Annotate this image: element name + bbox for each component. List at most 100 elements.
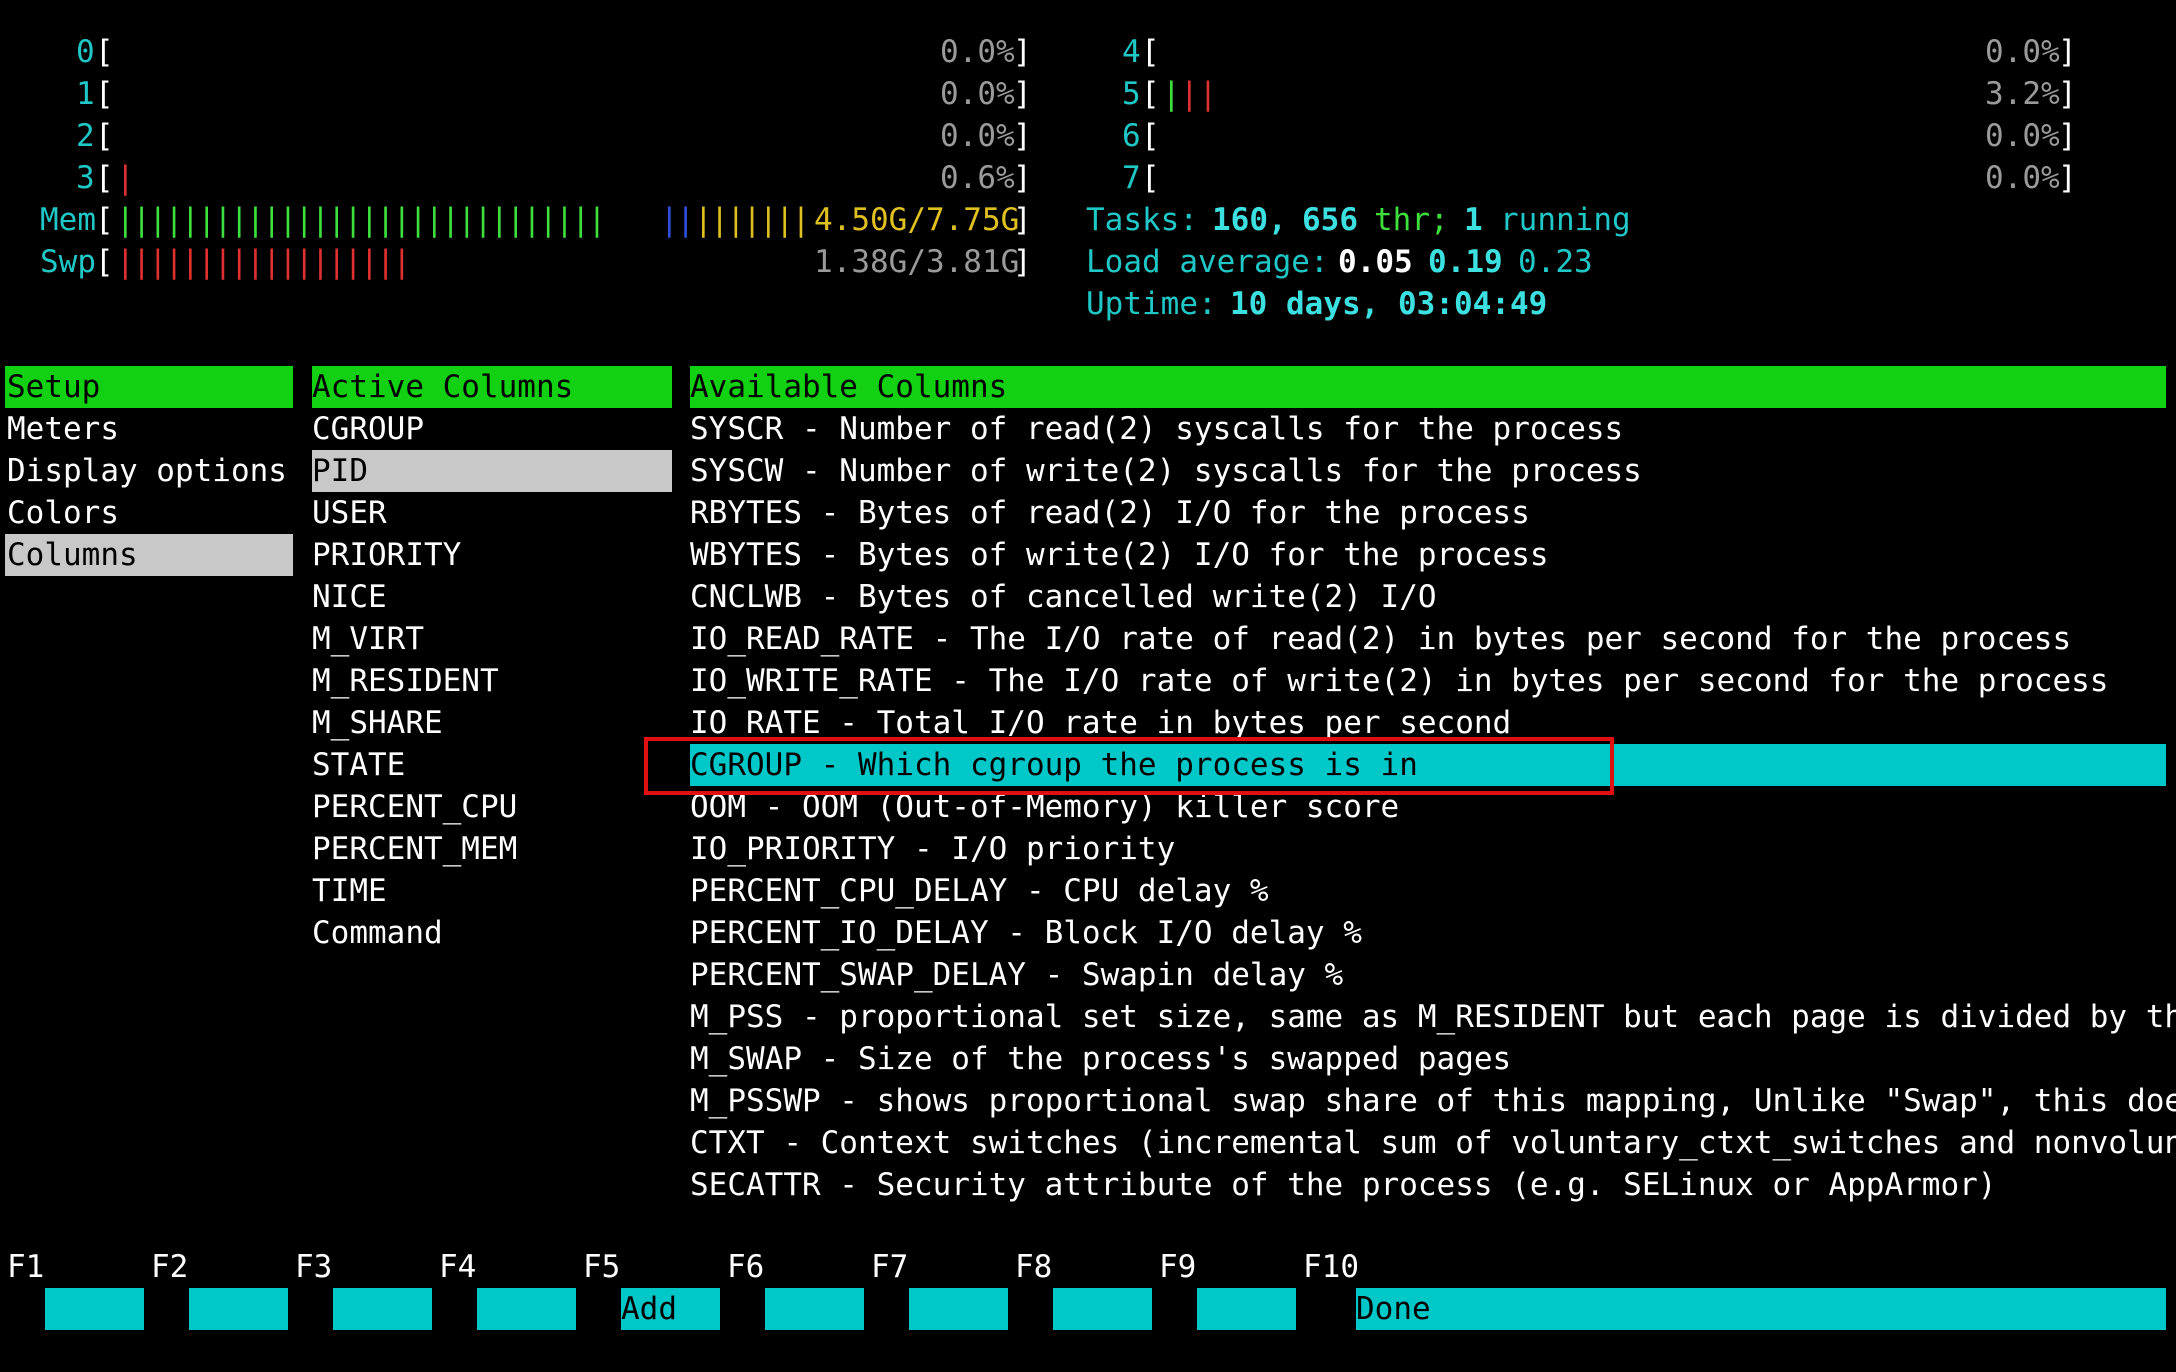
active-column-item[interactable]: M_RESIDENT (312, 660, 499, 702)
cpu-4-value: 0.0% (1985, 34, 2060, 70)
available-column-item[interactable]: WBYTES - Bytes of write(2) I/O for the p… (690, 534, 1549, 576)
cpu-7-value: 0.0% (1985, 160, 2060, 196)
available-columns-header-label: Available Columns (690, 369, 1008, 405)
available-column-item[interactable]: RBYTES - Bytes of read(2) I/O for the pr… (690, 492, 1530, 534)
available-column-item[interactable]: M_PSSWP - shows proportional swap share … (690, 1080, 2176, 1122)
available-column-item[interactable]: SYSCW - Number of write(2) syscalls for … (690, 450, 1642, 492)
running-label: running (1500, 202, 1631, 238)
f2-key[interactable]: F2 (144, 1204, 288, 1330)
cpu-1-value: 0.0% (940, 76, 1015, 112)
bracket-open: [ (1141, 160, 1160, 196)
bracket-close: ] (1013, 118, 1032, 154)
bracket-close: ] (2058, 34, 2077, 70)
bracket-close: ] (1013, 160, 1032, 196)
f6-key-label (765, 1288, 864, 1330)
f9-key-number: F9 (1159, 1246, 1197, 1288)
uptime-label: Uptime: (1086, 286, 1217, 322)
available-column-item[interactable]: IO_READ_RATE - The I/O rate of read(2) i… (690, 618, 2071, 660)
setup-item-display-options[interactable]: Display options (7, 450, 287, 492)
load-label: Load average: (1086, 244, 1329, 280)
active-column-item-selected[interactable]: PID (312, 450, 672, 492)
bracket-open: [ (1141, 34, 1160, 70)
f1-key-label (45, 1288, 144, 1330)
f5-key-label: Add (621, 1288, 720, 1330)
available-column-item[interactable]: CNCLWB - Bytes of cancelled write(2) I/O (690, 576, 1437, 618)
f1-key[interactable]: F1 (0, 1204, 144, 1330)
active-column-item[interactable]: PERCENT_CPU (312, 786, 517, 828)
bracket-open: [ (95, 118, 114, 154)
active-column-item[interactable]: USER (312, 492, 387, 534)
available-column-item[interactable]: PERCENT_SWAP_DELAY - Swapin delay % (690, 954, 1343, 996)
cpu-0-value: 0.0% (940, 34, 1015, 70)
bracket-close: ] (1013, 76, 1032, 112)
f4-key[interactable]: F4 (432, 1204, 576, 1330)
active-column-item[interactable]: PERCENT_MEM (312, 828, 517, 870)
bracket-close: ] (2058, 118, 2077, 154)
cpu-3-bar: | (116, 160, 135, 196)
available-column-item[interactable]: IO_WRITE_RATE - The I/O rate of write(2)… (690, 660, 2108, 702)
load-5min: 0.19 (1428, 244, 1503, 280)
available-column-item[interactable]: M_PSS - proportional set size, same as M… (690, 996, 2176, 1038)
active-column-item-label: PID (312, 453, 368, 489)
active-columns-header-label: Active Columns (312, 369, 574, 405)
f1-key-number: F1 (7, 1246, 45, 1288)
tasks-label: Tasks: (1086, 202, 1198, 238)
cpu-1-label: 1 (76, 76, 95, 112)
setup-item-meters[interactable]: Meters (7, 408, 119, 450)
mem-bar-buffers: || (660, 202, 695, 238)
f10-key[interactable]: F10 Done (1296, 1204, 2166, 1330)
bracket-open: [ (1141, 76, 1160, 112)
f8-key[interactable]: F8 (1008, 1204, 1152, 1330)
f8-key-number: F8 (1015, 1246, 1053, 1288)
f3-key[interactable]: F3 (288, 1204, 432, 1330)
f3-key-label (333, 1288, 432, 1330)
f2-key-label (189, 1288, 288, 1330)
available-column-item[interactable]: PERCENT_IO_DELAY - Block I/O delay % (690, 912, 1362, 954)
active-column-item[interactable]: NICE (312, 576, 387, 618)
f7-key[interactable]: F7 (864, 1204, 1008, 1330)
available-column-item[interactable]: CTXT - Context switches (incremental sum… (690, 1122, 2176, 1164)
active-column-item[interactable]: PRIORITY (312, 534, 461, 576)
cpu-3-label: 3 (76, 160, 95, 196)
cpu-5-label: 5 (1122, 76, 1141, 112)
cpu-7-label: 7 (1122, 160, 1141, 196)
f3-key-number: F3 (295, 1246, 333, 1288)
load-1min: 0.05 (1338, 244, 1413, 280)
f6-key[interactable]: F6 (720, 1204, 864, 1330)
mem-bar-used: |||||||||||||||||||||||||||||| (116, 202, 606, 238)
cpu-2-value: 0.0% (940, 118, 1015, 154)
f9-key[interactable]: F9 (1152, 1204, 1296, 1330)
active-column-item[interactable]: STATE (312, 744, 405, 786)
active-column-item[interactable]: M_VIRT (312, 618, 424, 660)
available-column-item[interactable]: PERCENT_CPU_DELAY - CPU delay % (690, 870, 1269, 912)
active-column-item[interactable]: TIME (312, 870, 387, 912)
cpu-6-label: 6 (1122, 118, 1141, 154)
active-column-item[interactable]: M_SHARE (312, 702, 443, 744)
f7-key-label (909, 1288, 1008, 1330)
highlight-box (644, 737, 1614, 795)
available-column-item[interactable]: M_SWAP - Size of the process's swapped p… (690, 1038, 1511, 1080)
setup-item-colors[interactable]: Colors (7, 492, 119, 534)
cpu-5-bar-red: || (1180, 76, 1218, 112)
setup-item-columns[interactable]: Columns (5, 534, 293, 576)
available-column-item[interactable]: SECATTR - Security attribute of the proc… (690, 1164, 1996, 1206)
f4-key-label (477, 1288, 576, 1330)
active-column-item[interactable]: Command (312, 912, 443, 954)
bracket-open: [ (95, 244, 114, 280)
active-columns-header: Active Columns (312, 366, 672, 408)
available-column-item[interactable]: SYSCR - Number of read(2) syscalls for t… (690, 408, 1623, 450)
mem-bar-cache: ||||||| (694, 202, 810, 238)
cpu-0-label: 0 (76, 34, 95, 70)
bracket-open: [ (1141, 118, 1160, 154)
load-15min: 0.23 (1518, 244, 1593, 280)
available-column-item[interactable]: IO_PRIORITY - I/O priority (690, 828, 1175, 870)
running-count: 1 (1464, 202, 1483, 238)
swp-bar: |||||||||||||||||| (116, 244, 411, 280)
f8-key-label (1053, 1288, 1152, 1330)
bracket-open: [ (95, 76, 114, 112)
f5-key[interactable]: F5 Add (576, 1204, 720, 1330)
bracket-open: [ (95, 34, 114, 70)
active-column-item[interactable]: CGROUP (312, 408, 424, 450)
setup-header: Setup (5, 366, 293, 408)
bracket-open: [ (95, 202, 114, 238)
